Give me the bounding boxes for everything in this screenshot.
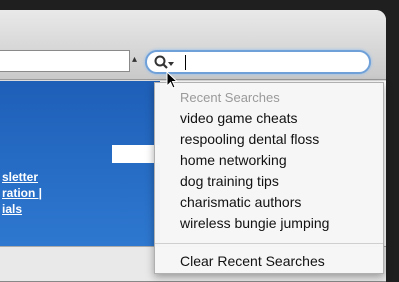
- recent-search-item[interactable]: home networking: [180, 152, 287, 168]
- banner-input[interactable]: [112, 145, 160, 163]
- menu-separator: [155, 243, 383, 244]
- magnifier-icon[interactable]: [153, 54, 175, 70]
- clear-recent-searches[interactable]: Clear Recent Searches: [180, 253, 325, 269]
- address-dropdown-icon[interactable]: ▴: [132, 54, 137, 65]
- recent-search-item[interactable]: wireless bungie jumping: [180, 215, 329, 231]
- recent-search-item[interactable]: dog training tips: [180, 173, 279, 189]
- text-caret: [185, 55, 186, 70]
- menu-header: Recent Searches: [180, 90, 280, 105]
- address-field[interactable]: [0, 50, 130, 72]
- recent-search-item[interactable]: video game cheats: [180, 110, 298, 126]
- recent-search-item[interactable]: respooling dental floss: [180, 131, 319, 147]
- mouse-cursor-icon: [166, 71, 178, 89]
- page-links: sletter ration | ials: [2, 169, 42, 217]
- search-field[interactable]: [145, 50, 371, 74]
- page-link[interactable]: sletter: [2, 169, 42, 185]
- toolbar: ▴: [0, 10, 386, 80]
- dropdown-arrow-icon: [168, 62, 174, 66]
- page-banner: sletter ration | ials: [0, 81, 160, 246]
- recent-searches-menu: Recent Searches video game cheats respoo…: [154, 82, 384, 274]
- page-link[interactable]: ials: [2, 201, 42, 217]
- page-link[interactable]: ration |: [2, 185, 42, 201]
- recent-search-item[interactable]: charismatic authors: [180, 194, 301, 210]
